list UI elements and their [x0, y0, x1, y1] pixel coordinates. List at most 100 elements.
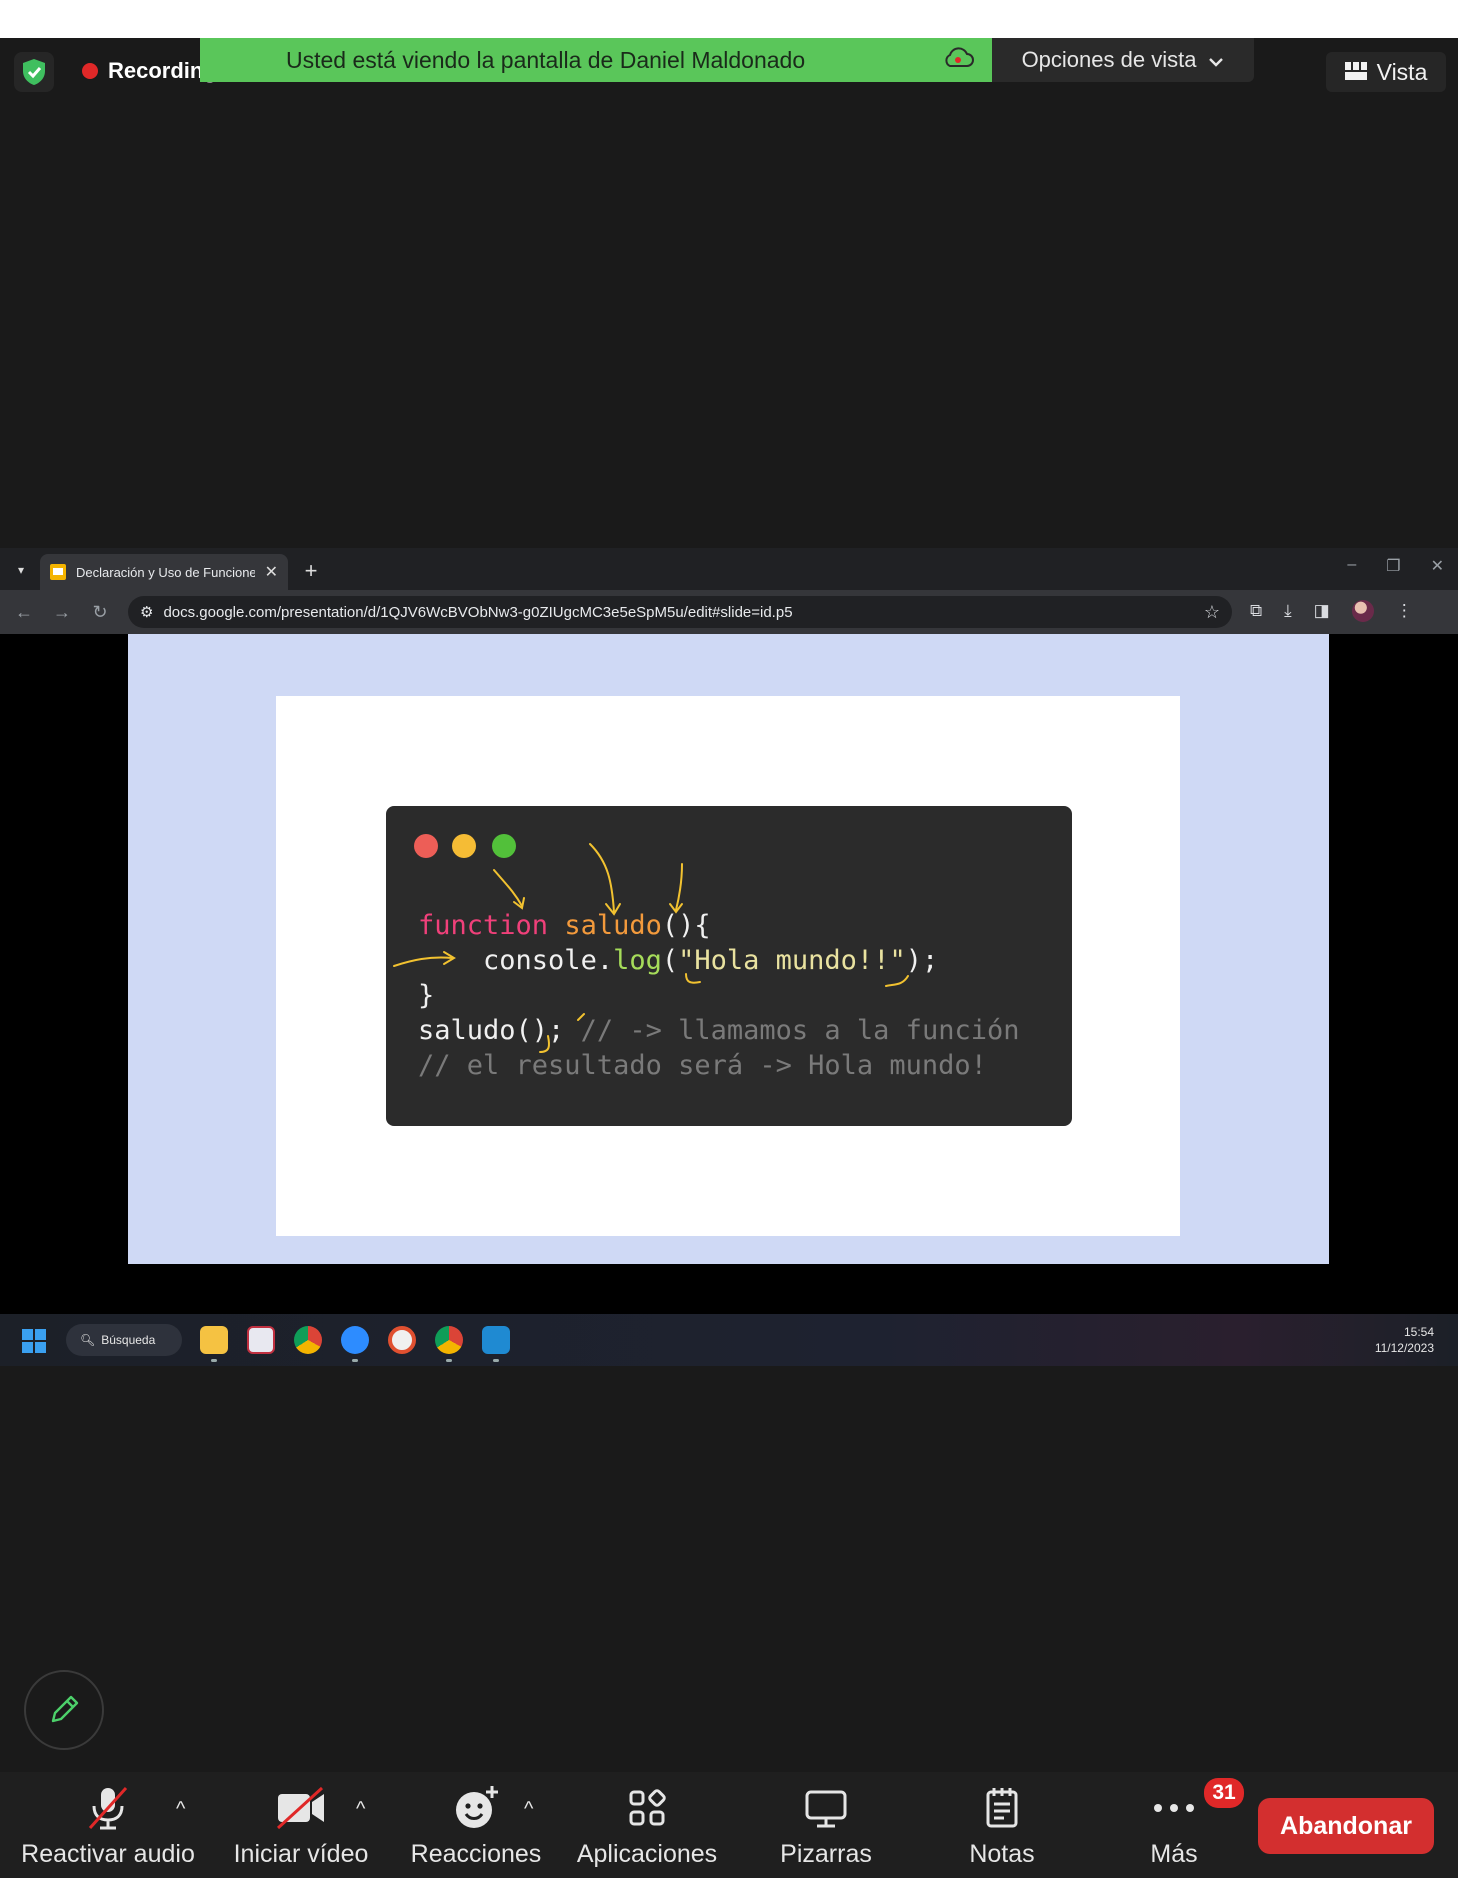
audio-options-chevron-up-icon[interactable]: ^	[176, 1798, 185, 1821]
code-paren-open: (	[661, 945, 679, 976]
browser-tab-bar: ▾ Declaración y Uso de Funciones ✕ + – ❐…	[0, 548, 1458, 590]
side-panel-icon[interactable]: ◨	[1314, 601, 1330, 621]
notes-icon	[982, 1784, 1022, 1832]
back-icon[interactable]: ←	[12, 600, 36, 624]
leave-button[interactable]: Abandonar	[1258, 1798, 1434, 1854]
share-banner-text: Usted está viendo la pantalla de Daniel …	[286, 46, 806, 73]
screen-share-banner: Usted está viendo la pantalla de Daniel …	[200, 38, 992, 82]
browser-toolbar-icons: ⧉ ⤓ ◨ ⋮	[1250, 600, 1413, 622]
taskbar-search[interactable]: 🔍︎ Búsqueda	[66, 1324, 182, 1356]
meeting-toolbar: Reactivar audio ^ Iniciar vídeo ^ Reacci…	[0, 1772, 1458, 1878]
extensions-icon[interactable]: ⧉	[1250, 601, 1262, 621]
slide: function saludo(){ console.log("Hola mun…	[276, 696, 1180, 1236]
notes-button[interactable]: Notas	[954, 1784, 1050, 1874]
apps-label: Aplicaciones	[576, 1840, 718, 1868]
start-video-button[interactable]: Iniciar vídeo	[230, 1784, 372, 1874]
bookmark-star-icon[interactable]: ☆	[1204, 602, 1220, 623]
zoom-meeting-window: Recording Usted está viendo la pantalla …	[0, 0, 1458, 1878]
apps-icon	[625, 1784, 669, 1832]
unmute-audio-button[interactable]: Reactivar audio	[20, 1784, 196, 1874]
cloud-recording-icon	[942, 46, 974, 74]
view-options-dropdown[interactable]: Opciones de vista	[992, 38, 1254, 82]
annotate-pencil-button[interactable]	[24, 1670, 104, 1750]
taskbar-search-label: Búsqueda	[101, 1333, 156, 1347]
site-info-icon[interactable]: ⚙	[140, 603, 153, 621]
forward-icon[interactable]: →	[50, 600, 74, 624]
google-slides-icon	[50, 564, 66, 580]
code-comment-1: // -> llamamos a la función	[580, 1015, 1020, 1046]
clock-date: 11/12/2023	[1374, 1341, 1434, 1355]
unmute-audio-label: Reactivar audio	[21, 1840, 195, 1868]
app-icon[interactable]	[388, 1326, 416, 1354]
shared-screen: ▾ Declaración y Uso de Funciones ✕ + – ❐…	[0, 548, 1458, 1366]
muted-microphone-icon	[84, 1784, 132, 1832]
download-icon[interactable]: ⤓	[1284, 601, 1292, 621]
tab-close-icon[interactable]: ✕	[265, 562, 278, 582]
view-button[interactable]: Vista	[1326, 52, 1446, 92]
windows-taskbar: 🔍︎ Búsqueda 15:54 11/12/2023	[0, 1314, 1458, 1366]
close-window-icon[interactable]: ✕	[1431, 556, 1444, 576]
taskbar-apps	[200, 1326, 510, 1362]
top-strip	[0, 0, 1458, 38]
new-tab-icon[interactable]: +	[298, 558, 324, 584]
tab-title: Declaración y Uso de Funciones	[76, 564, 255, 580]
reload-icon[interactable]: ↻	[88, 600, 112, 624]
windows-start-icon[interactable]	[22, 1329, 46, 1353]
clock-time: 15:54	[1403, 1325, 1434, 1339]
notes-label: Notas	[969, 1840, 1035, 1868]
reactions-label: Reacciones	[410, 1840, 542, 1868]
snipping-tool-icon[interactable]	[247, 1326, 275, 1354]
restore-icon[interactable]: ❐	[1386, 556, 1400, 576]
pencil-icon	[51, 1695, 79, 1723]
browser-menu-icon[interactable]: ⋮	[1396, 601, 1413, 621]
chevron-down-icon	[1208, 47, 1224, 73]
url-text: docs.google.com/presentation/d/1QJV6WcBV…	[163, 603, 793, 621]
slide-canvas: function saludo(){ console.log("Hola mun…	[128, 634, 1329, 1264]
apps-button[interactable]: Aplicaciones	[572, 1784, 722, 1874]
taskbar-clock[interactable]: 15:54 11/12/2023	[1375, 1324, 1434, 1356]
file-explorer-icon[interactable]	[200, 1326, 228, 1362]
security-shield-icon[interactable]	[14, 52, 54, 92]
reactions-options-chevron-up-icon[interactable]: ^	[524, 1798, 533, 1821]
start-video-label: Iniciar vídeo	[233, 1840, 369, 1868]
notification-badge: 31	[1204, 1778, 1244, 1808]
smiley-add-icon	[452, 1784, 500, 1832]
green-dot-icon	[492, 834, 516, 858]
whiteboards-label: Pizarras	[780, 1840, 872, 1868]
profile-avatar[interactable]	[1351, 600, 1374, 622]
view-options-label: Opciones de vista	[1021, 47, 1197, 72]
minimize-icon[interactable]: –	[1347, 556, 1356, 576]
chrome-profile-icon[interactable]	[435, 1326, 463, 1362]
code-snippet-window: function saludo(){ console.log("Hola mun…	[386, 806, 1072, 1126]
code-close-brace: }	[418, 980, 435, 1011]
code-log: log	[613, 945, 662, 976]
video-options-chevron-up-icon[interactable]: ^	[356, 1798, 365, 1821]
chrome-icon[interactable]	[294, 1326, 322, 1354]
zoom-icon[interactable]	[341, 1326, 369, 1362]
whiteboards-button[interactable]: Pizarras	[770, 1784, 882, 1874]
recording-dot-icon	[82, 63, 98, 79]
code-call: saludo();	[418, 1015, 565, 1046]
code-block: function saludo(){ console.log("Hola mun…	[418, 908, 1019, 1083]
yellow-dot-icon	[452, 834, 476, 858]
video-off-icon	[274, 1784, 328, 1832]
view-button-label: Vista	[1376, 58, 1428, 85]
browser-address-bar: ← → ↻ ⚙ docs.google.com/presentation/d/1…	[0, 590, 1458, 634]
search-icon: 🔍︎	[80, 1333, 96, 1347]
grid-view-icon	[1344, 59, 1367, 86]
vscode-icon[interactable]	[482, 1326, 510, 1362]
code-parens: (){	[661, 910, 711, 941]
code-comment-2: // el resultado será -> Hola mundo!	[418, 1050, 987, 1081]
red-dot-icon	[414, 834, 438, 858]
window-controls: – ❐ ✕	[1347, 556, 1444, 576]
tab-search-dropdown-icon[interactable]: ▾	[8, 558, 34, 582]
whiteboard-icon	[803, 1784, 849, 1832]
code-paren-close: );	[905, 945, 939, 976]
url-input[interactable]: ⚙ docs.google.com/presentation/d/1QJV6Wc…	[128, 596, 1232, 628]
browser-tab-active[interactable]: Declaración y Uso de Funciones ✕	[40, 554, 288, 590]
code-keyword: function	[418, 910, 549, 941]
more-dots-icon	[1152, 1784, 1196, 1832]
more-label: Más	[1150, 1840, 1198, 1868]
recording-indicator[interactable]: Recording	[82, 58, 217, 84]
code-function-name: saludo	[564, 910, 662, 941]
